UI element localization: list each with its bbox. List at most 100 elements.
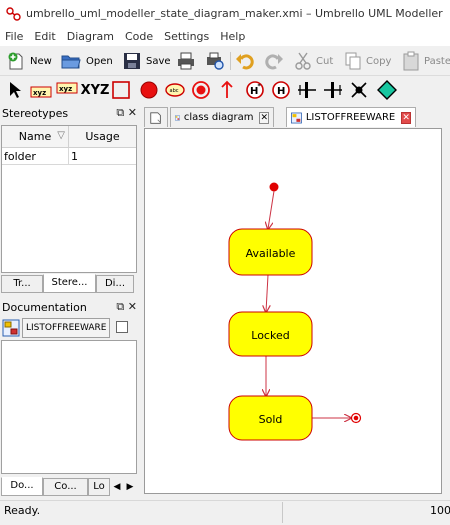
class-diagram-icon <box>175 115 180 120</box>
paste-button[interactable]: Paste <box>402 50 450 72</box>
new-diagram-icon <box>150 111 161 124</box>
table-cell-name[interactable]: folder <box>2 148 69 165</box>
umbrello-app-icon <box>6 7 21 21</box>
menu-code[interactable]: Code <box>120 28 159 46</box>
join-tool[interactable] <box>322 79 344 101</box>
tab-scroll-left-icon[interactable]: ◀ <box>111 478 123 496</box>
arrow-up-icon <box>221 80 233 98</box>
panel-float-close-icons[interactable]: ⧉ ✕ <box>116 106 137 120</box>
tab-tree-view[interactable]: Tr... <box>1 275 43 293</box>
main-toolbar: New Open Save Cut Copy Paste <box>0 46 450 76</box>
open-folder-icon <box>61 55 81 69</box>
tab-listoffreeware[interactable]: LISTOFFREEWARE ✕ <box>286 107 416 127</box>
tab-stereotypes[interactable]: Stere... <box>43 274 96 293</box>
box-tool[interactable] <box>110 79 132 101</box>
fork-icon <box>298 82 316 98</box>
text-tool[interactable]: XYZ <box>80 79 110 101</box>
tab-documentation[interactable]: Do... <box>1 477 43 496</box>
svg-text:H: H <box>277 86 285 97</box>
state-tool[interactable]: abc <box>164 79 186 101</box>
toolbar-separator <box>230 52 231 70</box>
tab-scroll-right-icon[interactable]: ▶ <box>124 478 136 496</box>
open-button[interactable]: Open <box>60 50 113 72</box>
documentation-checkbox[interactable] <box>116 321 128 333</box>
shallow-history-tool[interactable]: H <box>270 79 292 101</box>
initial-state-tool[interactable] <box>138 79 160 101</box>
text-tool-label: XYZ <box>80 82 110 98</box>
new-button[interactable]: New <box>6 50 52 72</box>
filled-circle-icon <box>140 81 158 99</box>
transition-initial-to-available[interactable] <box>268 190 275 229</box>
new-label: New <box>30 55 52 67</box>
transition-tool[interactable] <box>216 79 238 101</box>
column-name-label: Name <box>18 130 52 143</box>
diamond-icon <box>377 80 397 100</box>
note-icon: xyz <box>56 82 78 94</box>
state-locked[interactable]: Locked <box>228 311 313 357</box>
select-tool[interactable] <box>4 79 26 101</box>
transition-available-to-locked[interactable] <box>266 274 268 312</box>
print-button[interactable] <box>176 50 196 72</box>
diagram-item-icon <box>2 319 20 337</box>
tab-diagrams[interactable]: Di... <box>96 275 134 293</box>
documentation-text-area[interactable] <box>1 340 137 474</box>
redo-button[interactable] <box>262 50 284 72</box>
deep-history-icon: H * <box>246 81 264 99</box>
new-document-icon <box>8 52 23 70</box>
initial-state[interactable] <box>269 182 279 192</box>
note-tool[interactable]: xyz <box>56 79 78 101</box>
stereotypes-table[interactable]: Name ▽ Usage folder 1 <box>1 125 137 273</box>
column-header-name[interactable]: Name ▽ <box>2 126 69 148</box>
junction-icon <box>351 82 367 98</box>
table-cell-usage[interactable]: 1 <box>69 148 136 165</box>
deep-history-tool[interactable]: H * <box>244 79 266 101</box>
menu-diagram[interactable]: Diagram <box>62 28 120 46</box>
state-diagram-icon <box>291 112 302 123</box>
diagram-tab-bar: class diagram ✕ LISTOFFREEWARE ✕ <box>140 105 450 127</box>
column-usage-label: Usage <box>85 130 120 143</box>
save-button[interactable]: Save <box>122 50 171 72</box>
tab-command-history[interactable]: Co... <box>43 478 88 496</box>
state-sold-label: Sold <box>259 413 283 426</box>
menu-help[interactable]: Help <box>215 28 251 46</box>
print-preview-button[interactable] <box>204 50 226 72</box>
state-available-label: Available <box>246 247 296 260</box>
anchor-tool[interactable]: xyz <box>30 79 52 101</box>
copy-label: Copy <box>366 55 392 67</box>
tab-log[interactable]: Lo <box>88 478 110 496</box>
panel-float-close-icons[interactable]: ⧉ ✕ <box>116 300 137 314</box>
menu-settings[interactable]: Settings <box>159 28 215 46</box>
cut-button[interactable]: Cut <box>294 50 333 72</box>
state-sold[interactable]: Sold <box>228 395 313 441</box>
undo-button[interactable] <box>235 50 257 72</box>
fork-tool[interactable] <box>296 79 318 101</box>
junction-tool[interactable] <box>348 79 370 101</box>
printer-icon <box>178 52 194 70</box>
undo-icon <box>236 54 254 70</box>
menu-bar: File Edit Diagram Code Settings Help <box>0 28 450 46</box>
menu-edit[interactable]: Edit <box>29 28 61 46</box>
anchor-icon: xyz <box>30 86 52 98</box>
shallow-history-icon: H <box>272 81 290 99</box>
new-diagram-tab-button[interactable] <box>144 107 168 127</box>
final-state[interactable] <box>350 412 362 424</box>
zoom-level: 100% <box>430 504 450 517</box>
menu-file[interactable]: File <box>0 28 29 46</box>
copy-button[interactable]: Copy <box>344 50 391 72</box>
state-locked-label: Locked <box>251 329 289 342</box>
end-state-tool[interactable] <box>190 79 212 101</box>
state-available[interactable]: Available <box>228 228 313 276</box>
documentation-panel-header: Documentation ⧉ ✕ <box>0 299 140 317</box>
documentation-item-label[interactable]: LISTOFFREEWARE <box>22 318 110 338</box>
close-tab-icon[interactable]: ✕ <box>401 111 411 124</box>
state-diagram: Available Locked Sold <box>228 182 362 441</box>
print-preview-icon <box>207 52 224 70</box>
tab-class-diagram[interactable]: class diagram ✕ <box>170 107 274 127</box>
diagram-canvas[interactable]: Available Locked Sold <box>144 128 442 494</box>
close-tab-icon[interactable]: ✕ <box>259 111 269 124</box>
status-separator <box>282 502 283 523</box>
column-header-usage[interactable]: Usage <box>69 126 136 148</box>
clipboard-icon <box>403 51 419 71</box>
choice-tool[interactable] <box>376 79 398 101</box>
end-state-icon <box>192 81 210 99</box>
